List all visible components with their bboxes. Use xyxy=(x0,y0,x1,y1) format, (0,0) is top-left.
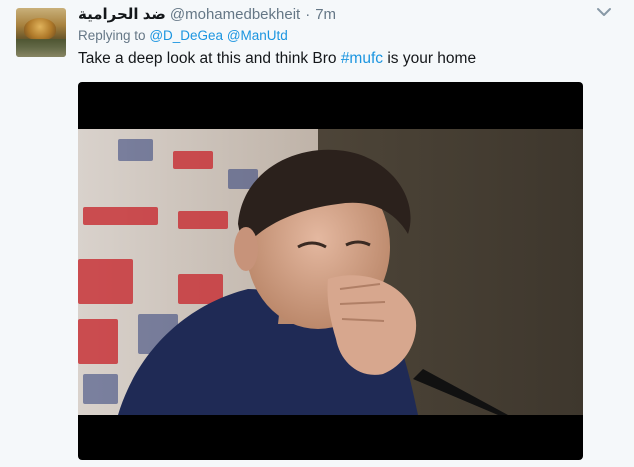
separator-dot: · xyxy=(305,5,311,23)
replying-to: Replying to @D_DeGea @ManUtd xyxy=(78,28,288,43)
avatar-water-shape xyxy=(16,39,66,57)
media-video[interactable] xyxy=(78,82,583,460)
replying-to-label: Replying to xyxy=(78,28,146,43)
tweet-header: ضد الحرامية @mohamedbekheit · 7m xyxy=(78,4,336,24)
avatar[interactable] xyxy=(16,8,66,57)
timestamp[interactable]: 7m xyxy=(315,6,336,23)
tweet-text-end: is your home xyxy=(383,50,477,67)
tweet-text: Take a deep look at this and think Bro #… xyxy=(78,50,476,68)
hashtag-link[interactable]: #mufc xyxy=(341,50,383,67)
screen-name[interactable]: @mohamedbekheit xyxy=(170,6,300,23)
media-image xyxy=(78,129,583,415)
display-name[interactable]: ضد الحرامية xyxy=(78,5,166,23)
chevron-down-icon[interactable] xyxy=(596,6,612,18)
avatar-tree-shape xyxy=(24,18,56,40)
tweet[interactable]: ضد الحرامية @mohamedbekheit · 7m Replyin… xyxy=(0,0,634,467)
mention-link[interactable]: @ManUtd xyxy=(227,28,288,43)
mention-link[interactable]: @D_DeGea xyxy=(149,28,223,43)
tweet-text-start: Take a deep look at this and think Bro xyxy=(78,50,341,67)
